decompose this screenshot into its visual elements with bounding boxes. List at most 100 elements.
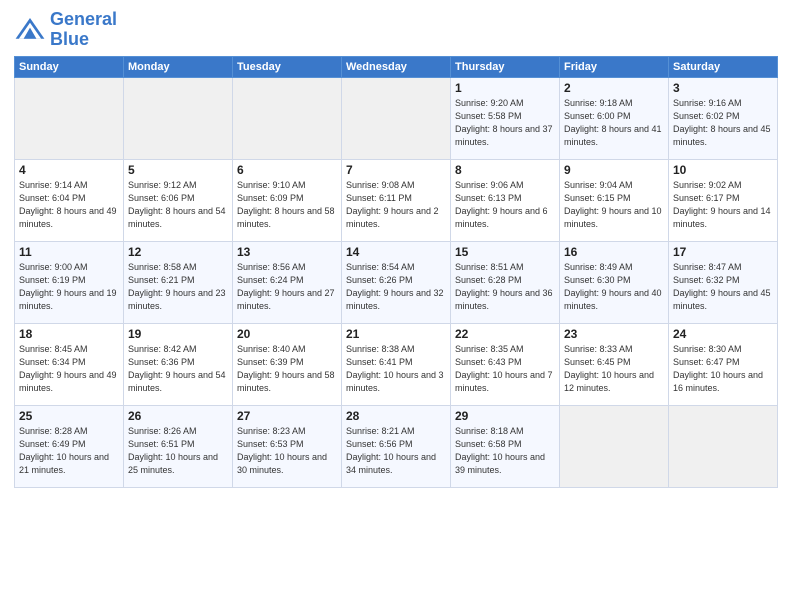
- day-number: 25: [19, 409, 119, 423]
- day-info: Sunrise: 9:16 AMSunset: 6:02 PMDaylight:…: [673, 97, 773, 149]
- day-info: Sunrise: 8:26 AMSunset: 6:51 PMDaylight:…: [128, 425, 228, 477]
- day-number: 24: [673, 327, 773, 341]
- day-cell: 15 Sunrise: 8:51 AMSunset: 6:28 PMDayligh…: [451, 241, 560, 323]
- header-row: SundayMondayTuesdayWednesdayThursdayFrid…: [15, 56, 778, 77]
- day-number: 28: [346, 409, 446, 423]
- day-cell: 26Sunrise: 8:26 AMSunset: 6:51 PMDayligh…: [124, 405, 233, 487]
- day-cell: 27 Sunrise: 8:23 AMSunset: 6:53 PMDayligh…: [233, 405, 342, 487]
- day-cell: 18Sunrise: 8:45 AMSunset: 6:34 PMDayligh…: [15, 323, 124, 405]
- day-info: Sunrise: 8:30 AMSunset: 6:47 PMDaylight:…: [673, 343, 773, 395]
- logo: General Blue: [14, 10, 117, 50]
- week-row-2: 4 Sunrise: 9:14 AMSunset: 6:04 PMDaylight…: [15, 159, 778, 241]
- day-info: Sunrise: 9:14 AMSunset: 6:04 PMDaylight:…: [19, 179, 119, 231]
- day-number: 7: [346, 163, 446, 177]
- day-cell: 5Sunrise: 9:12 AMSunset: 6:06 PMDaylight…: [124, 159, 233, 241]
- day-number: 14: [346, 245, 446, 259]
- week-row-1: 1 Sunrise: 9:20 AMSunset: 5:58 PMDaylight…: [15, 77, 778, 159]
- day-cell: 7 Sunrise: 9:08 AMSunset: 6:11 PMDaylight…: [342, 159, 451, 241]
- day-info: Sunrise: 9:20 AMSunset: 5:58 PMDaylight:…: [455, 97, 555, 149]
- day-number: 17: [673, 245, 773, 259]
- day-number: 12: [128, 245, 228, 259]
- day-cell: 17Sunrise: 8:47 AMSunset: 6:32 PMDayligh…: [669, 241, 778, 323]
- day-info: Sunrise: 8:54 AMSunset: 6:26 PMDaylight:…: [346, 261, 446, 313]
- day-number: 4: [19, 163, 119, 177]
- day-cell: [124, 77, 233, 159]
- day-cell: [342, 77, 451, 159]
- day-info: Sunrise: 8:42 AMSunset: 6:36 PMDaylight:…: [128, 343, 228, 395]
- day-cell: 11Sunrise: 9:00 AMSunset: 6:19 PMDayligh…: [15, 241, 124, 323]
- day-cell: 29 Sunrise: 8:18 AMSunset: 6:58 PMDayligh…: [451, 405, 560, 487]
- day-number: 29: [455, 409, 555, 423]
- day-cell: 28 Sunrise: 8:21 AMSunset: 6:56 PMDayligh…: [342, 405, 451, 487]
- day-info: Sunrise: 8:38 AMSunset: 6:41 PMDaylight:…: [346, 343, 446, 395]
- day-cell: 21 Sunrise: 8:38 AMSunset: 6:41 PMDayligh…: [342, 323, 451, 405]
- header-tuesday: Tuesday: [233, 56, 342, 77]
- day-number: 6: [237, 163, 337, 177]
- day-cell: 14 Sunrise: 8:54 AMSunset: 6:26 PMDayligh…: [342, 241, 451, 323]
- day-info: Sunrise: 8:28 AMSunset: 6:49 PMDaylight:…: [19, 425, 119, 477]
- day-info: Sunrise: 8:40 AMSunset: 6:39 PMDaylight:…: [237, 343, 337, 395]
- day-number: 20: [237, 327, 337, 341]
- day-cell: 3 Sunrise: 9:16 AMSunset: 6:02 PMDaylight…: [669, 77, 778, 159]
- day-number: 3: [673, 81, 773, 95]
- day-number: 15: [455, 245, 555, 259]
- day-number: 11: [19, 245, 119, 259]
- day-info: Sunrise: 9:10 AMSunset: 6:09 PMDaylight:…: [237, 179, 337, 231]
- header-sunday: Sunday: [15, 56, 124, 77]
- calendar-body: 1 Sunrise: 9:20 AMSunset: 5:58 PMDaylight…: [15, 77, 778, 487]
- day-info: Sunrise: 8:45 AMSunset: 6:34 PMDaylight:…: [19, 343, 119, 395]
- day-cell: 16 Sunrise: 8:49 AMSunset: 6:30 PMDayligh…: [560, 241, 669, 323]
- logo-text: General Blue: [50, 10, 117, 50]
- day-info: Sunrise: 9:18 AMSunset: 6:00 PMDaylight:…: [564, 97, 664, 149]
- day-info: Sunrise: 8:23 AMSunset: 6:53 PMDaylight:…: [237, 425, 337, 477]
- day-cell: 25 Sunrise: 8:28 AMSunset: 6:49 PMDayligh…: [15, 405, 124, 487]
- week-row-3: 11Sunrise: 9:00 AMSunset: 6:19 PMDayligh…: [15, 241, 778, 323]
- calendar-table: SundayMondayTuesdayWednesdayThursdayFrid…: [14, 56, 778, 488]
- week-row-4: 18Sunrise: 8:45 AMSunset: 6:34 PMDayligh…: [15, 323, 778, 405]
- day-cell: 12 Sunrise: 8:58 AMSunset: 6:21 PMDayligh…: [124, 241, 233, 323]
- day-cell: 19Sunrise: 8:42 AMSunset: 6:36 PMDayligh…: [124, 323, 233, 405]
- day-cell: 24 Sunrise: 8:30 AMSunset: 6:47 PMDayligh…: [669, 323, 778, 405]
- calendar-header: SundayMondayTuesdayWednesdayThursdayFrid…: [15, 56, 778, 77]
- day-cell: [560, 405, 669, 487]
- main-container: General Blue SundayMondayTuesdayWednesda…: [0, 0, 792, 494]
- day-info: Sunrise: 8:18 AMSunset: 6:58 PMDaylight:…: [455, 425, 555, 477]
- day-number: 13: [237, 245, 337, 259]
- header-friday: Friday: [560, 56, 669, 77]
- day-cell: 8Sunrise: 9:06 AMSunset: 6:13 PMDaylight…: [451, 159, 560, 241]
- day-number: 9: [564, 163, 664, 177]
- day-info: Sunrise: 8:33 AMSunset: 6:45 PMDaylight:…: [564, 343, 664, 395]
- day-number: 10: [673, 163, 773, 177]
- day-number: 22: [455, 327, 555, 341]
- day-number: 23: [564, 327, 664, 341]
- day-info: Sunrise: 9:12 AMSunset: 6:06 PMDaylight:…: [128, 179, 228, 231]
- day-number: 21: [346, 327, 446, 341]
- day-number: 16: [564, 245, 664, 259]
- day-info: Sunrise: 9:08 AMSunset: 6:11 PMDaylight:…: [346, 179, 446, 231]
- day-number: 1: [455, 81, 555, 95]
- day-cell: 4 Sunrise: 9:14 AMSunset: 6:04 PMDaylight…: [15, 159, 124, 241]
- day-cell: 6 Sunrise: 9:10 AMSunset: 6:09 PMDaylight…: [233, 159, 342, 241]
- day-cell: 2 Sunrise: 9:18 AMSunset: 6:00 PMDaylight…: [560, 77, 669, 159]
- day-cell: 13 Sunrise: 8:56 AMSunset: 6:24 PMDayligh…: [233, 241, 342, 323]
- day-cell: 10 Sunrise: 9:02 AMSunset: 6:17 PMDayligh…: [669, 159, 778, 241]
- day-info: Sunrise: 8:51 AMSunset: 6:28 PMDaylight:…: [455, 261, 555, 313]
- logo-icon: [14, 16, 46, 44]
- header: General Blue: [14, 10, 778, 50]
- header-thursday: Thursday: [451, 56, 560, 77]
- day-info: Sunrise: 8:56 AMSunset: 6:24 PMDaylight:…: [237, 261, 337, 313]
- day-number: 2: [564, 81, 664, 95]
- day-cell: [233, 77, 342, 159]
- header-monday: Monday: [124, 56, 233, 77]
- day-info: Sunrise: 8:49 AMSunset: 6:30 PMDaylight:…: [564, 261, 664, 313]
- day-cell: [15, 77, 124, 159]
- day-info: Sunrise: 8:21 AMSunset: 6:56 PMDaylight:…: [346, 425, 446, 477]
- day-cell: 22 Sunrise: 8:35 AMSunset: 6:43 PMDayligh…: [451, 323, 560, 405]
- day-info: Sunrise: 8:58 AMSunset: 6:21 PMDaylight:…: [128, 261, 228, 313]
- day-number: 8: [455, 163, 555, 177]
- day-cell: 23 Sunrise: 8:33 AMSunset: 6:45 PMDayligh…: [560, 323, 669, 405]
- day-info: Sunrise: 9:02 AMSunset: 6:17 PMDaylight:…: [673, 179, 773, 231]
- day-number: 27: [237, 409, 337, 423]
- day-info: Sunrise: 9:04 AMSunset: 6:15 PMDaylight:…: [564, 179, 664, 231]
- day-info: Sunrise: 8:35 AMSunset: 6:43 PMDaylight:…: [455, 343, 555, 395]
